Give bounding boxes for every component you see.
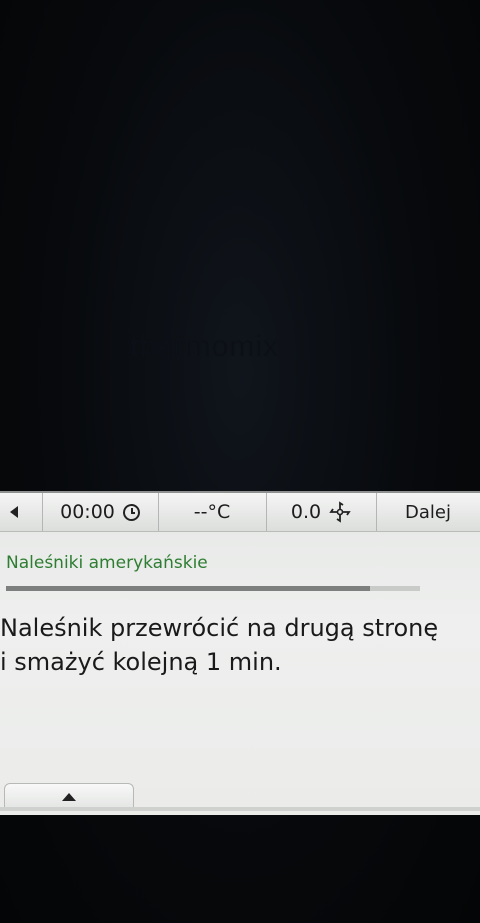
- instruction-text: Naleśnik przewrócić na drugą stronę i sm…: [0, 611, 478, 679]
- instruction-line-2: i smażyć kolejną 1 min.: [0, 648, 282, 676]
- recipe-title: Naleśniki amerykańskie: [6, 553, 208, 573]
- speed-value: 0.0: [290, 501, 322, 523]
- time-value: 00:00: [60, 501, 115, 523]
- screen-bottom-edge: [0, 807, 480, 811]
- device-screen: 00:00 --°C 0.0 Dalej Naleśniki amerykańs…: [0, 491, 480, 815]
- expand-tab-button[interactable]: [4, 783, 134, 810]
- chevron-up-icon: [62, 793, 76, 801]
- next-button-label: Dalej: [405, 501, 451, 523]
- brand-logo: thermomix: [130, 330, 280, 363]
- status-bar: 00:00 --°C 0.0 Dalej: [0, 493, 480, 532]
- temperature-value: --°C: [193, 501, 231, 523]
- next-button[interactable]: Dalej: [376, 493, 480, 531]
- temperature-display[interactable]: --°C: [158, 493, 267, 531]
- recipe-progress-fill: [6, 586, 371, 591]
- back-arrow-icon: [10, 506, 18, 518]
- recipe-progress-bar: [6, 586, 420, 591]
- fan-icon: [329, 501, 351, 523]
- clock-icon: [122, 503, 140, 521]
- speed-display[interactable]: 0.0: [266, 493, 377, 531]
- time-display[interactable]: 00:00: [42, 493, 159, 531]
- back-button[interactable]: [0, 493, 43, 531]
- instruction-line-1: Naleśnik przewrócić na drugą stronę: [0, 614, 439, 642]
